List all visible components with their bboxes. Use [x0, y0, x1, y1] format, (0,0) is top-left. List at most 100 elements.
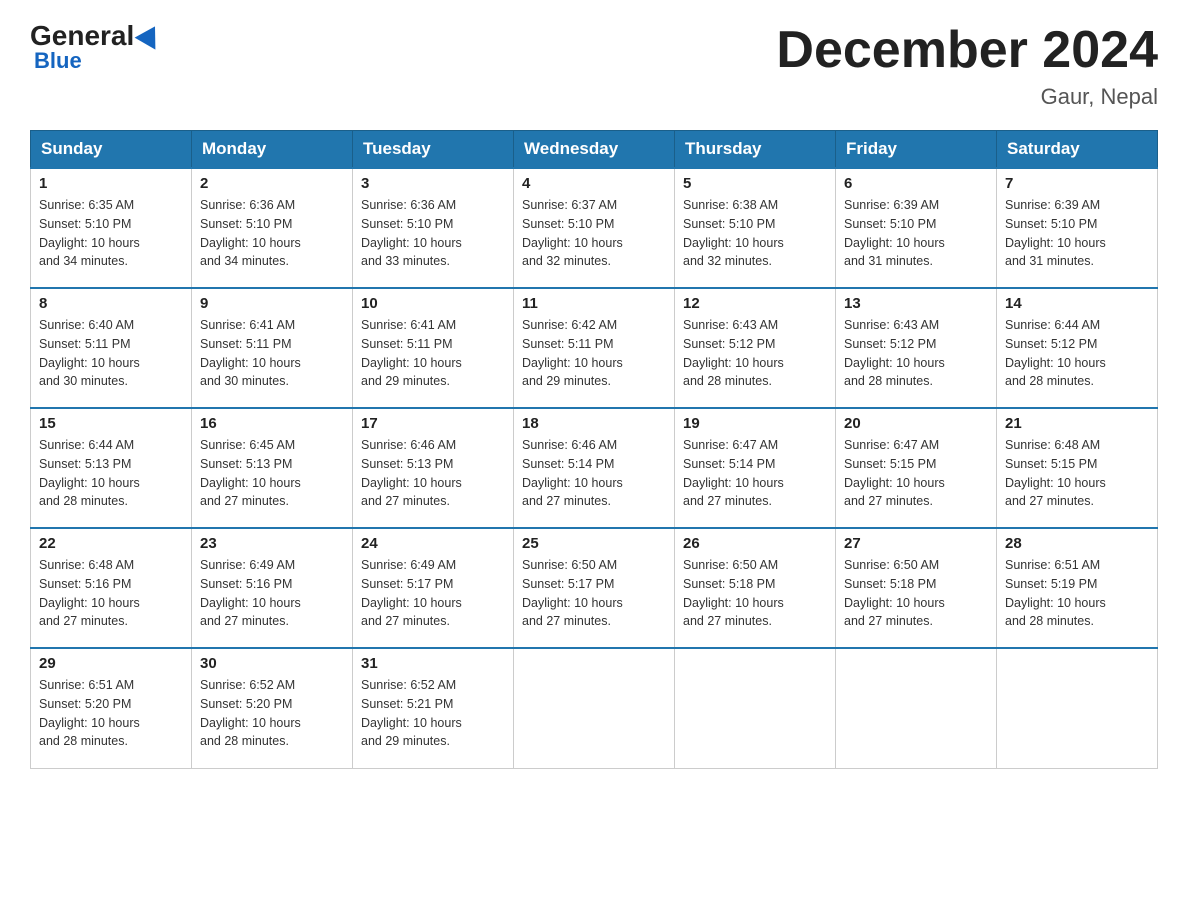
calendar-day-26: 26 Sunrise: 6:50 AMSunset: 5:18 PMDayligh… [675, 528, 836, 648]
day-number-23: 23 [200, 535, 344, 552]
day-number-11: 11 [522, 295, 666, 312]
calendar-header-tuesday: Tuesday [353, 131, 514, 169]
calendar-day-7: 7 Sunrise: 6:39 AMSunset: 5:10 PMDaylight… [997, 168, 1158, 288]
day-number-31: 31 [361, 655, 505, 672]
logo: General Blue [30, 20, 162, 74]
month-title: December 2024 [776, 20, 1158, 80]
day-info-22: Sunrise: 6:48 AMSunset: 5:16 PMDaylight:… [39, 556, 183, 631]
day-info-14: Sunrise: 6:44 AMSunset: 5:12 PMDaylight:… [1005, 316, 1149, 391]
calendar-day-12: 12 Sunrise: 6:43 AMSunset: 5:12 PMDayligh… [675, 288, 836, 408]
calendar-day-2: 2 Sunrise: 6:36 AMSunset: 5:10 PMDaylight… [192, 168, 353, 288]
calendar-day-17: 17 Sunrise: 6:46 AMSunset: 5:13 PMDayligh… [353, 408, 514, 528]
day-number-20: 20 [844, 415, 988, 432]
calendar-day-18: 18 Sunrise: 6:46 AMSunset: 5:14 PMDayligh… [514, 408, 675, 528]
day-number-22: 22 [39, 535, 183, 552]
calendar-empty-cell [514, 648, 675, 768]
day-info-24: Sunrise: 6:49 AMSunset: 5:17 PMDaylight:… [361, 556, 505, 631]
day-info-31: Sunrise: 6:52 AMSunset: 5:21 PMDaylight:… [361, 676, 505, 751]
day-number-28: 28 [1005, 535, 1149, 552]
calendar-day-11: 11 Sunrise: 6:42 AMSunset: 5:11 PMDayligh… [514, 288, 675, 408]
day-info-11: Sunrise: 6:42 AMSunset: 5:11 PMDaylight:… [522, 316, 666, 391]
calendar-day-16: 16 Sunrise: 6:45 AMSunset: 5:13 PMDayligh… [192, 408, 353, 528]
calendar-day-27: 27 Sunrise: 6:50 AMSunset: 5:18 PMDayligh… [836, 528, 997, 648]
day-number-8: 8 [39, 295, 183, 312]
day-info-16: Sunrise: 6:45 AMSunset: 5:13 PMDaylight:… [200, 436, 344, 511]
day-number-9: 9 [200, 295, 344, 312]
calendar-day-20: 20 Sunrise: 6:47 AMSunset: 5:15 PMDayligh… [836, 408, 997, 528]
day-info-27: Sunrise: 6:50 AMSunset: 5:18 PMDaylight:… [844, 556, 988, 631]
day-number-27: 27 [844, 535, 988, 552]
day-number-29: 29 [39, 655, 183, 672]
day-info-4: Sunrise: 6:37 AMSunset: 5:10 PMDaylight:… [522, 196, 666, 271]
calendar-day-24: 24 Sunrise: 6:49 AMSunset: 5:17 PMDayligh… [353, 528, 514, 648]
calendar-day-9: 9Sunrise: 6:41 AMSunset: 5:11 PMDaylight… [192, 288, 353, 408]
day-number-7: 7 [1005, 175, 1149, 192]
calendar-day-30: 30Sunrise: 6:52 AMSunset: 5:20 PMDayligh… [192, 648, 353, 768]
day-info-6: Sunrise: 6:39 AMSunset: 5:10 PMDaylight:… [844, 196, 988, 271]
day-info-2: Sunrise: 6:36 AMSunset: 5:10 PMDaylight:… [200, 196, 344, 271]
day-number-14: 14 [1005, 295, 1149, 312]
day-number-25: 25 [522, 535, 666, 552]
calendar-day-23: 23 Sunrise: 6:49 AMSunset: 5:16 PMDayligh… [192, 528, 353, 648]
calendar-empty-cell [675, 648, 836, 768]
day-number-13: 13 [844, 295, 988, 312]
calendar-day-13: 13 Sunrise: 6:43 AMSunset: 5:12 PMDayligh… [836, 288, 997, 408]
day-info-17: Sunrise: 6:46 AMSunset: 5:13 PMDaylight:… [361, 436, 505, 511]
day-info-13: Sunrise: 6:43 AMSunset: 5:12 PMDaylight:… [844, 316, 988, 391]
day-info-5: Sunrise: 6:38 AMSunset: 5:10 PMDaylight:… [683, 196, 827, 271]
day-number-5: 5 [683, 175, 827, 192]
calendar-header-wednesday: Wednesday [514, 131, 675, 169]
calendar-day-22: 22 Sunrise: 6:48 AMSunset: 5:16 PMDayligh… [31, 528, 192, 648]
day-info-12: Sunrise: 6:43 AMSunset: 5:12 PMDaylight:… [683, 316, 827, 391]
calendar-week-row-3: 15Sunrise: 6:44 AMSunset: 5:13 PMDayligh… [31, 408, 1158, 528]
calendar-day-21: 21Sunrise: 6:48 AMSunset: 5:15 PMDayligh… [997, 408, 1158, 528]
title-area: December 2024 Gaur, Nepal [776, 20, 1158, 110]
calendar-day-3: 3 Sunrise: 6:36 AMSunset: 5:10 PMDaylight… [353, 168, 514, 288]
calendar-day-14: 14 Sunrise: 6:44 AMSunset: 5:12 PMDayligh… [997, 288, 1158, 408]
calendar-day-28: 28 Sunrise: 6:51 AMSunset: 5:19 PMDayligh… [997, 528, 1158, 648]
location: Gaur, Nepal [776, 84, 1158, 110]
calendar-header-friday: Friday [836, 131, 997, 169]
day-number-12: 12 [683, 295, 827, 312]
day-info-30: Sunrise: 6:52 AMSunset: 5:20 PMDaylight:… [200, 676, 344, 751]
day-info-10: Sunrise: 6:41 AMSunset: 5:11 PMDaylight:… [361, 316, 505, 391]
calendar-day-15: 15Sunrise: 6:44 AMSunset: 5:13 PMDayligh… [31, 408, 192, 528]
day-info-1: Sunrise: 6:35 AMSunset: 5:10 PMDaylight:… [39, 196, 183, 271]
day-number-26: 26 [683, 535, 827, 552]
day-number-18: 18 [522, 415, 666, 432]
day-info-8: Sunrise: 6:40 AMSunset: 5:11 PMDaylight:… [39, 316, 183, 391]
day-number-24: 24 [361, 535, 505, 552]
calendar-header-thursday: Thursday [675, 131, 836, 169]
day-info-28: Sunrise: 6:51 AMSunset: 5:19 PMDaylight:… [1005, 556, 1149, 631]
calendar-day-8: 8 Sunrise: 6:40 AMSunset: 5:11 PMDaylight… [31, 288, 192, 408]
calendar-header-monday: Monday [192, 131, 353, 169]
day-number-16: 16 [200, 415, 344, 432]
day-info-3: Sunrise: 6:36 AMSunset: 5:10 PMDaylight:… [361, 196, 505, 271]
day-info-21: Sunrise: 6:48 AMSunset: 5:15 PMDaylight:… [1005, 436, 1149, 511]
day-number-6: 6 [844, 175, 988, 192]
calendar-week-row-4: 22 Sunrise: 6:48 AMSunset: 5:16 PMDayligh… [31, 528, 1158, 648]
day-number-17: 17 [361, 415, 505, 432]
day-info-20: Sunrise: 6:47 AMSunset: 5:15 PMDaylight:… [844, 436, 988, 511]
day-info-18: Sunrise: 6:46 AMSunset: 5:14 PMDaylight:… [522, 436, 666, 511]
day-number-3: 3 [361, 175, 505, 192]
day-info-7: Sunrise: 6:39 AMSunset: 5:10 PMDaylight:… [1005, 196, 1149, 271]
calendar-day-5: 5 Sunrise: 6:38 AMSunset: 5:10 PMDaylight… [675, 168, 836, 288]
day-info-15: Sunrise: 6:44 AMSunset: 5:13 PMDaylight:… [39, 436, 183, 511]
calendar-week-row-2: 8 Sunrise: 6:40 AMSunset: 5:11 PMDaylight… [31, 288, 1158, 408]
day-info-23: Sunrise: 6:49 AMSunset: 5:16 PMDaylight:… [200, 556, 344, 631]
calendar-header-saturday: Saturday [997, 131, 1158, 169]
calendar-day-31: 31 Sunrise: 6:52 AMSunset: 5:21 PMDayligh… [353, 648, 514, 768]
day-number-19: 19 [683, 415, 827, 432]
calendar-empty-cell [836, 648, 997, 768]
day-number-2: 2 [200, 175, 344, 192]
calendar-header-sunday: Sunday [31, 131, 192, 169]
day-info-19: Sunrise: 6:47 AMSunset: 5:14 PMDaylight:… [683, 436, 827, 511]
calendar-day-6: 6 Sunrise: 6:39 AMSunset: 5:10 PMDaylight… [836, 168, 997, 288]
calendar-day-4: 4Sunrise: 6:37 AMSunset: 5:10 PMDaylight… [514, 168, 675, 288]
calendar-week-row-5: 29 Sunrise: 6:51 AMSunset: 5:20 PMDayligh… [31, 648, 1158, 768]
day-info-26: Sunrise: 6:50 AMSunset: 5:18 PMDaylight:… [683, 556, 827, 631]
calendar-day-25: 25Sunrise: 6:50 AMSunset: 5:17 PMDayligh… [514, 528, 675, 648]
calendar-table: SundayMondayTuesdayWednesdayThursdayFrid… [30, 130, 1158, 769]
day-info-29: Sunrise: 6:51 AMSunset: 5:20 PMDaylight:… [39, 676, 183, 751]
